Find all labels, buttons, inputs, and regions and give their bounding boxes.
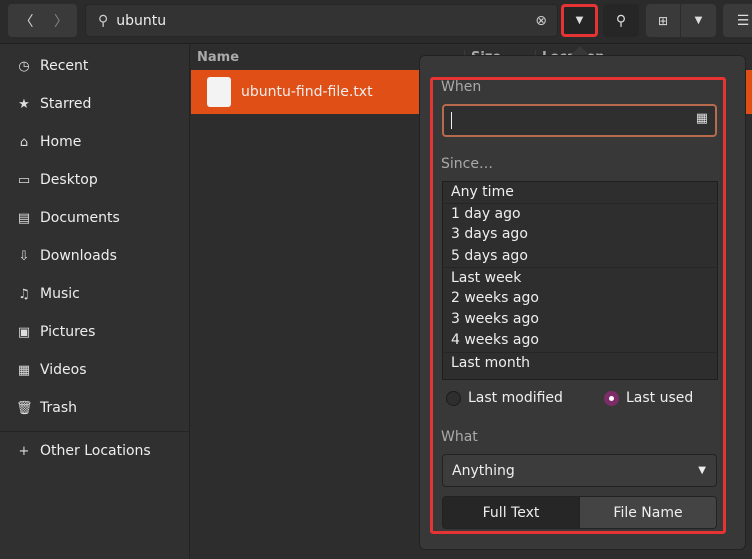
search-input[interactable]: ubuntu bbox=[116, 13, 166, 29]
sidebar-item-trash[interactable]: 🗑 Trash bbox=[0, 389, 189, 427]
radio-last-used[interactable]: Last used bbox=[604, 390, 693, 406]
sidebar-item-videos[interactable]: ▦ Videos bbox=[0, 351, 189, 389]
what-label: What bbox=[441, 429, 478, 445]
search-options-popover: When ▦ Since… Any time 1 day ago 3 days … bbox=[419, 55, 746, 550]
grid-icon: ⊞ bbox=[657, 13, 669, 28]
search-mode-toggle: Full Text File Name bbox=[442, 496, 717, 529]
menu-button[interactable]: ☰ bbox=[723, 4, 752, 37]
since-option[interactable]: 3 weeks ago bbox=[443, 309, 717, 330]
chevron-right-icon: 〉 bbox=[54, 13, 68, 30]
radio-circle-checked bbox=[604, 390, 619, 406]
view-options-button[interactable]: ▼ bbox=[681, 4, 716, 37]
since-option[interactable]: 1 day ago bbox=[443, 203, 717, 224]
desktop-icon: ▭ bbox=[17, 172, 31, 188]
full-text-button[interactable]: Full Text bbox=[443, 497, 579, 528]
sidebar-item-desktop[interactable]: ▭ Desktop bbox=[0, 161, 189, 199]
since-option[interactable]: 3 days ago bbox=[443, 224, 717, 245]
sidebar-item-music[interactable]: ♫ Music bbox=[0, 275, 189, 313]
header-bar: 〈 〉 ⚲ ubuntu ⊗ ▼ ⚲ ⊞ ▼ ☰ bbox=[0, 0, 752, 44]
forward-button[interactable]: 〉 bbox=[45, 4, 77, 37]
since-option[interactable]: Any time bbox=[443, 182, 717, 203]
since-option[interactable]: Last month bbox=[443, 351, 717, 373]
grid-view-button[interactable]: ⊞ bbox=[646, 4, 680, 37]
trash-icon: 🗑 bbox=[16, 400, 33, 416]
video-icon: ▦ bbox=[17, 362, 31, 378]
search-toggle-button[interactable]: ⚲ bbox=[603, 4, 639, 37]
column-name[interactable]: Name bbox=[197, 50, 239, 65]
search-icon: ⚲ bbox=[615, 12, 627, 29]
what-dropdown[interactable]: Anything ▼ bbox=[442, 454, 717, 487]
sidebar: ◷ Recent ★ Starred ⌂ Home ▭ Desktop ▤ Documen… bbox=[0, 44, 190, 559]
clock-icon: ◷ bbox=[18, 58, 30, 74]
date-input[interactable]: ▦ bbox=[442, 104, 717, 137]
sidebar-item-documents[interactable]: ▤ Documents bbox=[0, 199, 189, 237]
sidebar-item-recent[interactable]: ◷ Recent bbox=[0, 47, 189, 85]
since-option[interactable]: 2 weeks ago bbox=[443, 288, 717, 309]
chevron-left-icon: 〈 bbox=[19, 13, 34, 30]
since-option[interactable]: 5 days ago bbox=[443, 246, 717, 267]
since-option[interactable]: Last week bbox=[443, 266, 717, 288]
sidebar-item-pictures[interactable]: ▣ Pictures bbox=[0, 313, 189, 351]
file-name-button[interactable]: File Name bbox=[579, 497, 716, 528]
back-button[interactable]: 〈 bbox=[8, 4, 45, 37]
sidebar-item-downloads[interactable]: ⇩ Downloads bbox=[0, 237, 189, 275]
dropdown-arrow-icon: ▼ bbox=[698, 465, 706, 476]
when-label: When bbox=[441, 79, 482, 95]
dropdown-arrow-icon: ▼ bbox=[694, 15, 703, 26]
search-options-button[interactable]: ▼ bbox=[561, 4, 598, 37]
search-field[interactable]: ⚲ ubuntu ⊗ bbox=[85, 4, 558, 37]
document-icon: ▤ bbox=[17, 210, 31, 226]
sidebar-item-starred[interactable]: ★ Starred bbox=[0, 85, 189, 123]
sidebar-item-other-locations[interactable]: + Other Locations bbox=[0, 432, 189, 470]
star-icon: ★ bbox=[18, 96, 30, 112]
download-icon: ⇩ bbox=[18, 248, 30, 264]
text-file-icon bbox=[207, 77, 231, 107]
since-list[interactable]: Any time 1 day ago 3 days ago 5 days ago… bbox=[442, 181, 718, 380]
text-cursor bbox=[451, 112, 452, 129]
since-label: Since… bbox=[441, 156, 493, 172]
home-icon: ⌂ bbox=[19, 134, 29, 150]
music-icon: ♫ bbox=[18, 286, 30, 302]
picture-icon: ▣ bbox=[17, 324, 31, 340]
dropdown-arrow-icon: ▼ bbox=[575, 15, 584, 26]
radio-last-modified[interactable]: Last modified bbox=[446, 390, 563, 406]
radio-circle bbox=[446, 390, 461, 406]
since-option[interactable]: 4 weeks ago bbox=[443, 330, 717, 351]
search-icon: ⚲ bbox=[98, 12, 109, 29]
sidebar-item-home[interactable]: ⌂ Home bbox=[0, 123, 189, 161]
clear-icon[interactable]: ⊗ bbox=[535, 13, 547, 29]
plus-icon: + bbox=[18, 443, 30, 459]
calendar-icon[interactable]: ▦ bbox=[696, 111, 708, 126]
hamburger-icon: ☰ bbox=[736, 12, 750, 29]
